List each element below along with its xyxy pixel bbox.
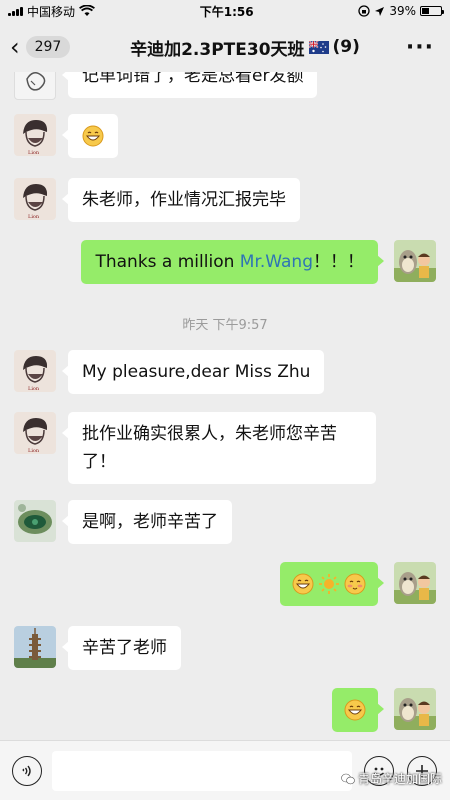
member-count: (9) <box>332 37 360 57</box>
wifi-icon <box>79 5 95 16</box>
shy-emoji <box>344 573 366 595</box>
battery-percent: 39% <box>389 4 416 18</box>
status-left: 中国移动 <box>8 3 95 20</box>
message-bubble[interactable] <box>280 562 384 606</box>
message-bubble[interactable] <box>62 114 118 158</box>
signal-icon <box>8 6 23 16</box>
svg-text:Lion: Lion <box>28 448 40 454</box>
message-text: My pleasure,dear Miss Zhu <box>82 362 311 382</box>
avatar-lion-drawing: Lion <box>14 178 56 220</box>
svg-text:Lion: Lion <box>28 386 40 392</box>
grin-emoji <box>82 125 104 147</box>
message-text: Thanks a million <box>95 252 240 272</box>
watermark-text: 青岛辛迪加国际 <box>357 772 442 786</box>
battery-level <box>421 8 429 14</box>
svg-text:Lion: Lion <box>28 150 40 156</box>
lock-rotation-icon <box>358 5 370 17</box>
wechat-watermark-icon <box>341 773 355 784</box>
chat-title-text: 辛迪加2.3PTE30天班 <box>130 39 305 60</box>
avatar-totoro-drawing <box>394 562 436 604</box>
message-text-line: 了！ <box>82 452 116 472</box>
avatar[interactable]: Lion <box>14 350 56 392</box>
avatar-totoro-drawing <box>394 240 436 282</box>
svg-text:Lion: Lion <box>28 214 40 220</box>
avatar[interactable] <box>14 72 56 100</box>
message-bubble[interactable]: 批作业确实很累人，朱老师您辛苦 了！ <box>62 412 376 484</box>
chevron-left-icon: ‹ <box>10 33 20 61</box>
message-text: 是啊，老师辛苦了 <box>82 512 218 532</box>
message-bubble[interactable]: 记单词错了，老是总看er发额 <box>61 72 318 98</box>
timestamp: 昨天 下午9:57 <box>182 318 268 333</box>
avatar[interactable]: Lion <box>14 178 56 220</box>
grin-emoji <box>292 573 314 595</box>
mention-link[interactable]: Mr.Wang <box>240 252 313 272</box>
message-text: 朱老师，作业情况汇报完毕 <box>82 190 286 210</box>
chat-title: 辛迪加2.3PTE30天班 (9) <box>110 35 380 60</box>
grin-emoji <box>344 699 366 721</box>
voice-button[interactable] <box>12 756 42 786</box>
nav-bar: ‹ 297 辛迪加2.3PTE30天班 (9) ··· <box>0 22 450 72</box>
status-bar: 中国移动 下午1:56 39% <box>0 0 450 22</box>
message-text: 辛苦了老师 <box>82 638 167 658</box>
status-time: 下午1:56 <box>199 4 254 19</box>
chat-area[interactable]: 记单词错了，老是总看er发额 Lion Lion 朱老师，作业情况汇报完毕 Th… <box>0 72 450 740</box>
message-text: 记单词错了，老是总看er发额 <box>82 72 304 86</box>
message-bubble[interactable]: Thanks a million Mr.Wang！！！ <box>81 240 384 284</box>
message-bubble[interactable]: 辛苦了老师 <box>62 626 181 670</box>
back-button[interactable]: ‹ 297 <box>10 33 71 61</box>
avatar[interactable] <box>14 500 56 542</box>
avatar-pond-drawing <box>14 500 56 542</box>
more-dots-icon[interactable]: ··· <box>406 37 434 59</box>
sun-emoji <box>319 574 339 594</box>
message-text-suffix: ！！！ <box>313 252 364 272</box>
avatar-lion-drawing: Lion <box>14 114 56 156</box>
message-bubble[interactable]: 是啊，老师辛苦了 <box>62 500 232 544</box>
status-right: 39% <box>358 4 444 18</box>
avatar[interactable] <box>14 626 56 668</box>
avatar[interactable] <box>394 688 436 730</box>
voice-icon <box>22 765 31 777</box>
message-input[interactable] <box>52 751 352 791</box>
message-bubble[interactable]: 朱老师，作业情况汇报完毕 <box>62 178 300 222</box>
avatar-drawing <box>26 72 46 91</box>
avatar[interactable] <box>394 240 436 282</box>
australia-flag-icon <box>308 40 329 54</box>
message-bubble[interactable]: My pleasure,dear Miss Zhu <box>61 350 325 394</box>
unread-count-badge: 297 <box>25 36 71 58</box>
message-bubble[interactable] <box>332 688 384 732</box>
avatar[interactable]: Lion <box>14 114 56 156</box>
avatar-pagoda-drawing <box>14 626 56 668</box>
watermark: 青岛辛迪加国际 <box>341 770 442 787</box>
avatar[interactable]: Lion <box>14 412 56 454</box>
avatar[interactable] <box>394 562 436 604</box>
avatar-totoro-drawing <box>394 688 436 730</box>
avatar-lion-drawing: Lion <box>14 412 56 454</box>
avatar-lion-drawing: Lion <box>14 350 56 392</box>
location-icon <box>375 6 385 16</box>
battery-icon <box>419 6 444 16</box>
carrier-name: 中国移动 <box>27 4 76 19</box>
message-text-line: 批作业确实很累人，朱老师您辛苦 <box>82 424 337 444</box>
